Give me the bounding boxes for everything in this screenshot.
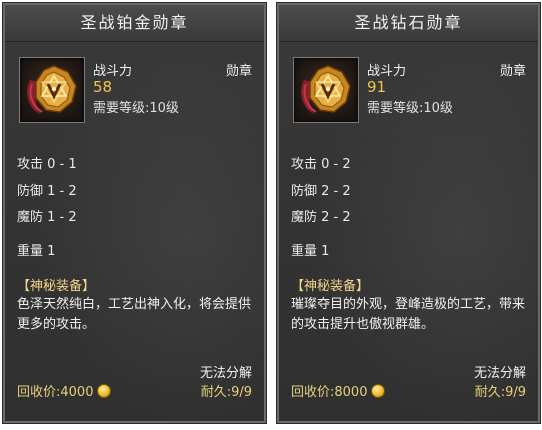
recycle-price: 回收价:4000 <box>17 381 112 400</box>
stat-magic-defense: 魔防 1 - 2 <box>17 210 77 225</box>
power-value: 91 <box>367 78 387 96</box>
durability: 耐久:9/9 <box>474 385 526 400</box>
stat-weight: 重量 1 <box>17 244 56 259</box>
description-title: 【神秘装备】 <box>17 279 96 294</box>
power-value: 58 <box>93 78 113 96</box>
durability: 耐久:9/9 <box>200 385 252 400</box>
stat-magic-defense: 魔防 2 - 2 <box>291 210 351 225</box>
level-requirement: 需要等级:10级 <box>93 101 179 116</box>
item-type: 勋章 <box>499 64 526 79</box>
level-requirement: 需要等级:10级 <box>367 101 453 116</box>
stat-defense: 防御 1 - 2 <box>17 184 77 199</box>
stat-attack: 攻击 0 - 1 <box>17 157 77 172</box>
recycle-price-text: 回收价:4000 <box>17 385 94 400</box>
item-title: 圣战钻石勋章 <box>279 5 538 42</box>
undismantle-note: 无法分解 <box>199 366 252 381</box>
stat-weight: 重量 1 <box>291 244 330 259</box>
item-tooltip-diamond-medal: 圣战钻石勋章 战斗力 91 需要等级:10级 勋章 攻击 0 - 2 防御 2 … <box>276 2 541 424</box>
item-tooltip-platinum-medal: 圣战铂金勋章 战斗力 58 需要等级:10级 勋章 攻击 0 - 1 防御 1 … <box>2 2 267 424</box>
description-text: 璀璨夺目的外观，登峰造极的工艺，带来的攻击提升也傲视群雄。 <box>291 297 526 332</box>
power-label: 战斗力 <box>367 64 407 79</box>
medal-icon <box>293 57 359 123</box>
recycle-price-text: 回收价:8000 <box>291 385 368 400</box>
description-title: 【神秘装备】 <box>291 279 370 294</box>
medal-icon <box>19 57 85 123</box>
stat-attack: 攻击 0 - 2 <box>291 157 351 172</box>
item-title: 圣战铂金勋章 <box>5 5 264 42</box>
gold-coin-icon <box>97 383 112 398</box>
undismantle-note: 无法分解 <box>473 366 526 381</box>
recycle-price: 回收价:8000 <box>291 381 386 400</box>
power-label: 战斗力 <box>93 64 133 79</box>
stat-defense: 防御 2 - 2 <box>291 184 351 199</box>
item-type: 勋章 <box>225 64 252 79</box>
description-text: 色泽天然纯白，工艺出神入化，将会提供更多的攻击。 <box>17 297 252 332</box>
gold-coin-icon <box>371 383 386 398</box>
